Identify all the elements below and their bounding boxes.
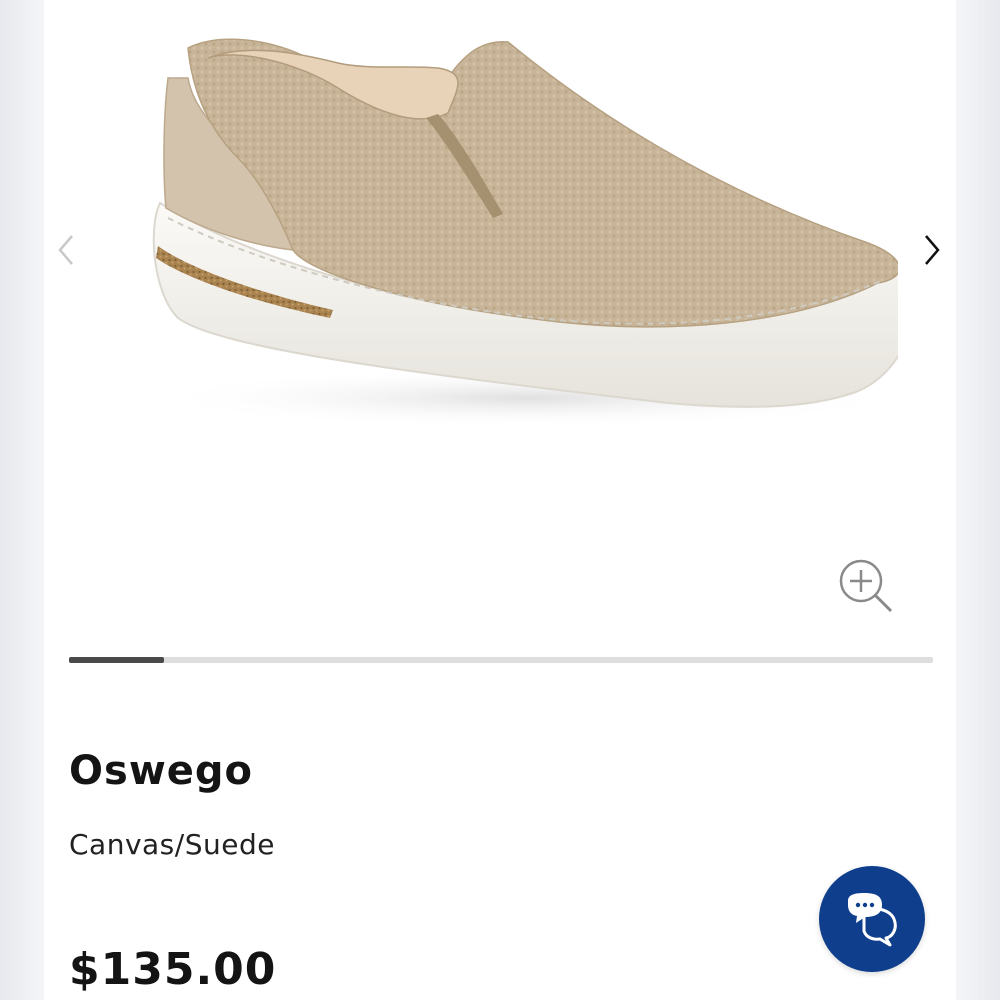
zoom-button[interactable] bbox=[836, 556, 896, 616]
gallery-progress-track bbox=[69, 657, 933, 663]
product-gallery[interactable] bbox=[44, 0, 956, 640]
chat-button[interactable] bbox=[819, 866, 925, 972]
prev-image-button[interactable] bbox=[44, 226, 88, 274]
product-material: Canvas/Suede bbox=[69, 828, 275, 861]
zoom-in-icon bbox=[839, 559, 893, 613]
next-image-button[interactable] bbox=[910, 226, 954, 274]
product-price: $135.00 bbox=[69, 944, 277, 995]
chevron-right-icon bbox=[925, 235, 940, 265]
chat-bubbles-icon bbox=[848, 893, 897, 947]
chevron-left-icon bbox=[58, 235, 73, 265]
page-background: Oswego Canvas/Suede $135.00 bbox=[0, 0, 1000, 1000]
product-name: Oswego bbox=[69, 748, 254, 794]
product-image bbox=[148, 38, 898, 428]
gallery-progress-fill bbox=[69, 657, 165, 663]
product-card: Oswego Canvas/Suede $135.00 bbox=[44, 0, 956, 1000]
